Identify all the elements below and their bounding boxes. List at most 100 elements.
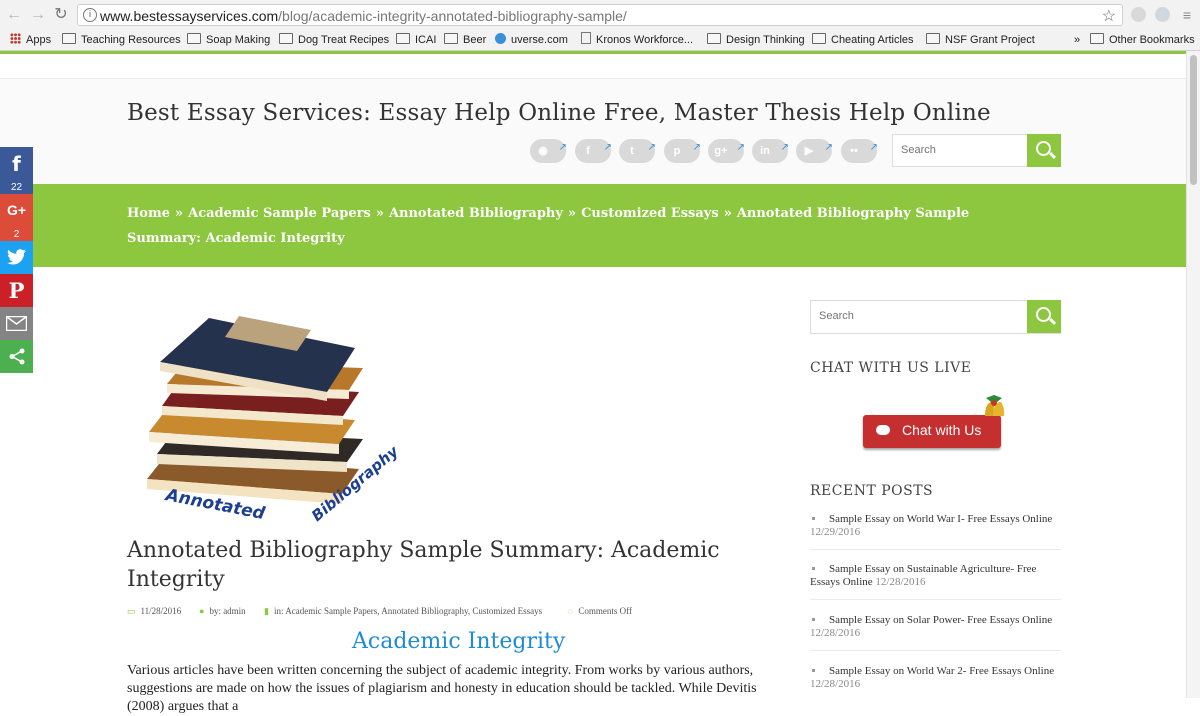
bookmark-cheating-articles[interactable]: Cheating Articles [812,32,914,48]
bookmark-star-icon[interactable]: ☆ [1102,6,1116,26]
url-host: www.bestessayservices.com [100,8,279,24]
search-icon [1036,307,1051,322]
post-subheading: Academic Integrity [352,629,566,654]
google-plus-icon: g+ [714,145,728,157]
bookmark-icai[interactable]: ICAI [396,32,436,48]
site-title[interactable]: Best Essay Services: Essay Help Online F… [127,100,991,126]
recent-post-link[interactable]: Sample Essay on World War I- Free Essays… [829,513,1052,525]
scrollbar-thumb[interactable] [1190,55,1197,185]
recent-posts-heading: RECENT POSTS [810,483,934,499]
facebook-icon: f [586,145,590,157]
twitter-icon: t [630,145,634,157]
url-text: www.bestessayservices.com/blog/academic-… [100,7,627,25]
linkedin-link[interactable]: in ↗ [752,139,789,163]
share-facebook-button[interactable]: f 22 [0,147,33,194]
twitter-link[interactable]: t ↗ [619,139,656,163]
skype-extension-icon[interactable] [1155,7,1170,22]
extension-icon[interactable] [1131,7,1146,22]
folder-icon [812,33,826,44]
bookmark-label: NSF Grant Project [945,34,1035,46]
post-title: Annotated Bibliography Sample Summary: A… [127,538,720,592]
more-share-icon [9,348,25,365]
bookmark-beer[interactable]: Beer [444,32,486,48]
chat-heading: CHAT WITH US LIVE [810,360,972,376]
recent-post-item: Sample Essay on Solar Power- Free Essays… [810,614,1061,640]
bookmark-soap-making[interactable]: Soap Making [187,32,270,48]
recent-post-date: 12/28/2016 [810,678,861,690]
breadcrumb-academic-sample-papers[interactable]: Academic Sample Papers [188,206,371,221]
folder-icon [444,33,458,44]
url-path: /blog/academic-integrity-annotated-bibli… [278,8,627,24]
apps-grid-icon [10,33,21,44]
folder-icon [926,33,940,44]
breadcrumb-separator: » [375,206,384,221]
bullet-icon [812,567,815,570]
bookmark-apps[interactable]: Apps [10,32,51,48]
bookmark-label: Design Thinking [726,34,805,46]
bookmark-design-thinking[interactable]: Design Thinking [707,32,805,48]
post-author-link[interactable]: by: admin [209,606,245,616]
flickr-link[interactable]: •• ↗ [841,139,878,163]
youtube-link[interactable]: ▶ ↗ [796,139,833,163]
youtube-icon: ▶ [804,145,814,157]
categories-prefix: in: [273,606,284,616]
bookmark-uverse[interactable]: uverse.com [495,32,568,48]
external-link-icon: ↗ [692,142,701,153]
recent-post-divider [810,599,1061,600]
address-bar[interactable]: i www.bestessayservices.com/blog/academi… [77,4,1123,26]
breadcrumb-annotated-bibliography[interactable]: Annotated Bibliography [389,206,563,221]
breadcrumb-home[interactable]: Home [127,206,170,221]
breadcrumb-separator: » [723,206,732,221]
header-search-button[interactable] [1027,134,1061,167]
recent-post-date: 12/29/2016 [810,526,861,538]
bookmark-label: Dog Treat Recipes [298,34,390,46]
external-link-icon: ↗ [736,142,745,153]
reload-icon[interactable]: ↻ [52,6,70,24]
external-link-icon: ↗ [603,142,612,153]
bookmark-label: Soap Making [206,34,271,46]
sidebar-search-button[interactable] [1027,300,1061,333]
share-google-plus-button[interactable]: G+ 2 [0,194,33,241]
document-icon [581,32,591,44]
recent-post-item: Sample Essay on World War 2- Free Essays… [810,665,1061,691]
forward-icon[interactable]: → [29,6,47,24]
page-scrollbar[interactable] [1186,51,1200,698]
back-icon[interactable]: ← [5,6,23,24]
share-email-button[interactable] [0,307,33,340]
bookmark-kronos[interactable]: Kronos Workforce... [581,32,693,48]
category-link[interactable]: Annotated Bibliography [381,606,468,616]
external-link-icon: ↗ [869,142,878,153]
search-icon [1036,141,1051,156]
post-date-text: 11/28/2016 [140,606,182,616]
category-link[interactable]: Customized Essays [472,606,542,616]
header-search-input[interactable] [901,144,1021,156]
chat-button-snow-decoration [871,406,976,415]
facebook-share-count: 22 [10,182,23,193]
external-link-icon: ↗ [558,142,567,153]
recent-post-item: Sample Essay on World War I- Free Essays… [810,513,1061,539]
external-link-icon: ↗ [824,142,833,153]
bookmark-teaching-resources[interactable]: Teaching Resources [62,32,181,48]
recent-post-link[interactable]: Sample Essay on Solar Power- Free Essays… [829,614,1052,626]
share-twitter-button[interactable] [0,241,33,274]
category-link[interactable]: Academic Sample Papers [285,606,377,616]
facebook-link[interactable]: f ↗ [575,139,612,163]
info-icon[interactable]: i [83,8,97,22]
bookmark-nsf-grant-project[interactable]: NSF Grant Project [926,32,1035,48]
google-plus-link[interactable]: g+ ↗ [708,139,745,163]
share-pinterest-button[interactable]: P [0,274,33,307]
breadcrumb-separator: » [174,206,184,221]
rss-link[interactable]: ◉ ↗ [530,139,567,163]
site-header [0,78,1186,185]
menu-icon[interactable]: ≡ [1178,6,1196,24]
bookmarks-overflow-chevron[interactable]: » [1074,32,1080,48]
bookmark-dog-treat-recipes[interactable]: Dog Treat Recipes [279,32,389,48]
recent-post-link[interactable]: Sample Essay on World War 2- Free Essays… [829,665,1054,677]
pinterest-link[interactable]: p ↗ [664,139,701,163]
header-search [892,134,1061,167]
bookmark-other-bookmarks[interactable]: Other Bookmarks [1090,32,1195,48]
sidebar-search-input[interactable] [819,310,939,322]
share-more-button[interactable] [0,340,33,373]
breadcrumb-customized-essays[interactable]: Customized Essays [581,206,719,221]
google-plus-icon: G+ [6,202,27,218]
